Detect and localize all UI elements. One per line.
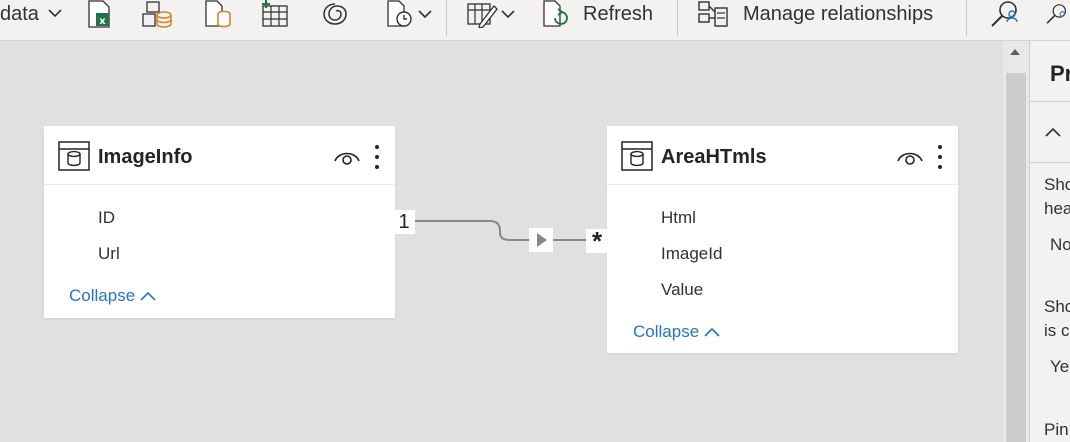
table-name: AreaHTmls — [661, 146, 767, 168]
transform-data-button[interactable] — [466, 0, 522, 28]
table-card-header[interactable]: ImageInfo — [44, 126, 395, 185]
data-hub-icon[interactable] — [141, 0, 173, 28]
pane-item-label: is c — [1044, 321, 1070, 340]
collapse-label: Collapse — [69, 286, 136, 305]
collapse-label: Collapse — [633, 322, 700, 341]
view-as-icon[interactable] — [1044, 0, 1070, 28]
chevron-down-icon — [501, 10, 515, 19]
sql-server-icon[interactable] — [203, 0, 233, 28]
chevron-up-icon — [704, 327, 720, 337]
collapse-link[interactable]: Collapse — [633, 322, 721, 342]
more-options-icon[interactable] — [936, 144, 944, 170]
vertical-scrollbar[interactable] — [1003, 41, 1029, 442]
chevron-down-icon — [47, 5, 63, 23]
refresh-label: Refresh — [583, 2, 654, 25]
refresh-button[interactable]: Refresh — [541, 0, 653, 28]
divider — [1030, 101, 1070, 102]
dataverse-icon[interactable] — [320, 0, 350, 28]
chevron-up-icon[interactable] — [1044, 126, 1062, 138]
pane-item-value[interactable]: Yes — [1050, 357, 1070, 377]
chevron-down-icon — [418, 10, 432, 19]
divider — [1030, 162, 1070, 163]
enter-data-icon[interactable] — [260, 0, 290, 28]
field-imageid[interactable]: ImageId — [661, 244, 722, 264]
table-card-header[interactable]: AreaHTmls — [607, 126, 958, 185]
cardinality-one-badge: 1 — [393, 210, 415, 234]
manage-relationships-button[interactable]: Manage relationships — [697, 0, 933, 28]
transform-data-icon — [467, 3, 498, 28]
scroll-up-icon[interactable] — [1009, 47, 1021, 57]
get-data-label: data — [0, 2, 39, 25]
table-card-areahtmls[interactable]: AreaHTmls Html ImageId Value Collapse — [607, 126, 958, 353]
scrollbar-thumb[interactable] — [1006, 73, 1026, 442]
pane-item-label: Sho — [1044, 297, 1070, 316]
eye-icon[interactable] — [897, 148, 923, 166]
field-html[interactable]: Html — [661, 208, 696, 228]
more-options-icon[interactable] — [373, 144, 381, 170]
table-name: ImageInfo — [98, 146, 193, 168]
eye-icon[interactable] — [334, 148, 360, 166]
toolbar-separator — [966, 0, 967, 36]
pane-item-label: Pin — [1044, 420, 1069, 439]
pane-item-value[interactable]: No — [1050, 235, 1070, 255]
field-id[interactable]: ID — [98, 208, 115, 228]
toolbar-separator — [677, 0, 678, 36]
cardinality-many-badge: * — [586, 226, 608, 256]
find-icon[interactable] — [988, 0, 1022, 28]
collapse-link[interactable]: Collapse — [69, 286, 157, 306]
pane-item-label: hea — [1044, 199, 1070, 218]
manage-relationships-icon — [698, 1, 728, 27]
model-canvas[interactable]: ImageInfo ID Url Collapse 1 * AreaHTmls … — [0, 41, 1003, 442]
excel-workbook-icon[interactable]: x — [84, 0, 114, 28]
table-icon — [621, 141, 653, 171]
chevron-up-icon — [140, 291, 156, 301]
get-data-button[interactable]: data — [0, 0, 63, 28]
refresh-icon — [543, 0, 568, 27]
pane-item-label: Sho — [1044, 175, 1070, 194]
manage-relationships-label: Manage relationships — [743, 2, 934, 25]
field-url[interactable]: Url — [98, 244, 120, 264]
table-card-imageinfo[interactable]: ImageInfo ID Url Collapse — [44, 126, 395, 318]
svg-text:x: x — [99, 16, 106, 27]
toolbar: data x Refresh Manage relationships — [0, 0, 1070, 41]
field-value[interactable]: Value — [661, 280, 703, 300]
table-icon — [58, 141, 90, 171]
toolbar-separator — [446, 0, 447, 36]
properties-pane: Pr Sho hea No Sho is c Yes Pin — [1029, 41, 1070, 442]
recent-sources-button[interactable] — [385, 0, 435, 28]
recent-sources-icon — [387, 0, 412, 27]
pane-title: Pr — [1050, 61, 1070, 86]
